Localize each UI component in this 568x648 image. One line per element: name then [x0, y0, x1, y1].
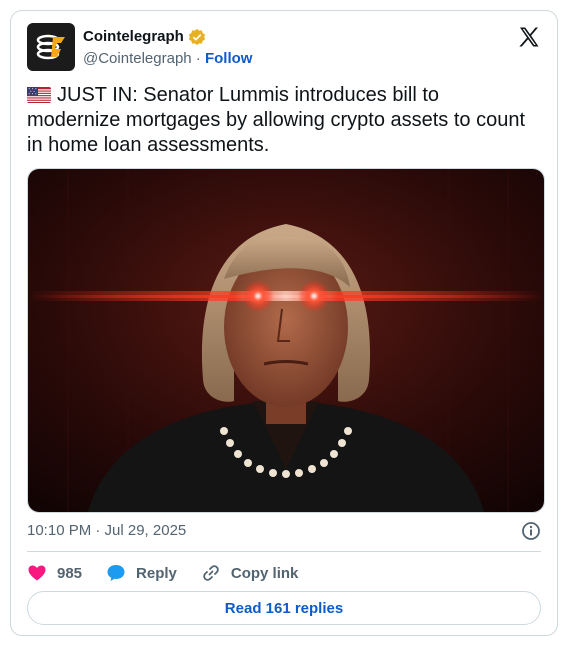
action-bar: 985 Reply Copy link — [27, 559, 298, 587]
author-names: Cointelegraph @Cointelegraph · Follow — [83, 27, 252, 69]
portrait-image — [28, 169, 544, 512]
copy-link-button[interactable]: Copy link — [201, 563, 299, 583]
tweet-body: JUST IN: Senator Lummis introduces bill … — [27, 84, 526, 156]
reply-bubble-icon — [107, 565, 125, 581]
display-name[interactable]: Cointelegraph — [83, 27, 184, 47]
tweet-header: Cointelegraph @Cointelegraph · Follow — [27, 23, 541, 71]
reply-button[interactable]: Reply — [106, 563, 177, 583]
handle-row: @Cointelegraph · Follow — [83, 49, 252, 69]
like-count: 985 — [57, 564, 83, 582]
verified-badge-icon — [188, 28, 205, 46]
cointelegraph-logo-icon — [31, 27, 71, 67]
reply-label: Reply — [136, 564, 177, 582]
follow-button[interactable]: Follow — [205, 50, 253, 67]
avatar[interactable] — [27, 23, 75, 71]
x-logo-icon[interactable] — [517, 25, 541, 49]
read-replies-button[interactable]: Read 161 replies — [27, 591, 541, 625]
us-flag-icon — [27, 87, 51, 103]
like-button[interactable]: 985 — [27, 563, 82, 583]
info-icon[interactable] — [521, 521, 541, 541]
tweet-text: JUST IN: Senator Lummis introduces bill … — [27, 83, 537, 158]
tweet-timestamp[interactable]: 10:10 PM · Jul 29, 2025 — [27, 521, 186, 541]
tweet-card: Cointelegraph @Cointelegraph · Follow JU… — [10, 10, 558, 636]
display-name-row: Cointelegraph — [83, 27, 252, 47]
handle-separator: · — [191, 50, 205, 67]
link-icon — [203, 565, 219, 581]
heart-icon — [28, 565, 46, 581]
handle[interactable]: @Cointelegraph — [83, 50, 192, 67]
divider — [27, 551, 541, 552]
copy-link-label: Copy link — [230, 564, 299, 582]
tweet-image[interactable] — [27, 168, 545, 513]
